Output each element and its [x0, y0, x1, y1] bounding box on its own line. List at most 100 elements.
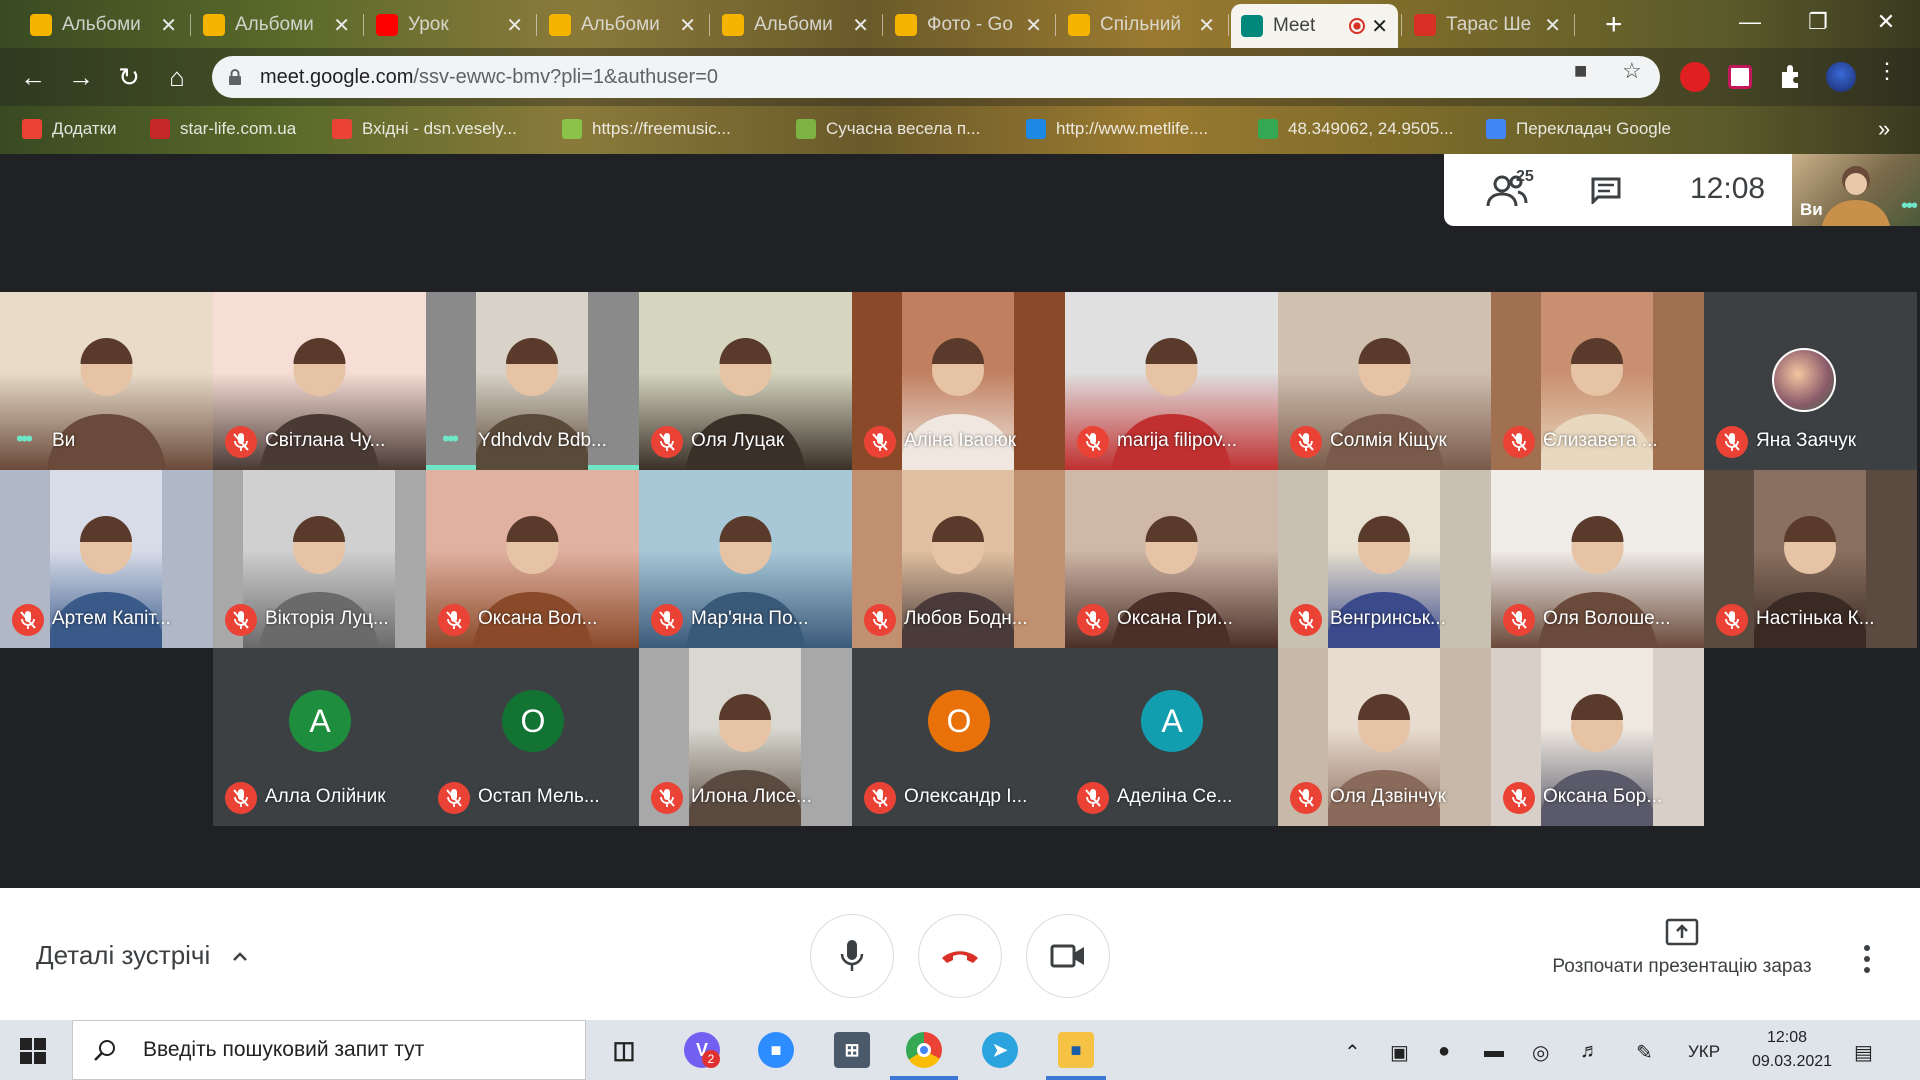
tab-close-icon[interactable]: ✕ [679, 13, 696, 38]
tab-close-icon[interactable]: ✕ [1025, 13, 1042, 38]
extensions-icon[interactable] [1776, 62, 1806, 92]
close-window-button[interactable]: ✕ [1852, 0, 1920, 44]
bookmark-item[interactable]: Вхідні - dsn.vesely... [332, 116, 517, 142]
bookmark-item[interactable]: star-life.com.ua [150, 116, 296, 142]
wifi-icon[interactable]: ◎ [1532, 1040, 1549, 1065]
zoom-icon[interactable]: ■ [758, 1032, 794, 1068]
tab-close-icon[interactable]: ✕ [1371, 14, 1388, 39]
meet-now-icon[interactable]: ▣ [1390, 1040, 1409, 1065]
browser-tab[interactable]: Фото - Go ✕ [885, 6, 1052, 44]
participant-tile[interactable]: marija filipov... [1065, 292, 1278, 470]
participant-tile[interactable]: Аліна Івасюк [852, 292, 1065, 470]
bookmark-item[interactable]: Перекладач Google [1486, 116, 1671, 142]
star-icon[interactable]: ☆ [1622, 58, 1642, 84]
tab-close-icon[interactable]: ✕ [333, 13, 350, 38]
meeting-details-button[interactable]: Деталі зустрічі [36, 940, 248, 971]
participant-tile[interactable]: Оля Луцак [639, 292, 852, 470]
volume-icon[interactable]: ♬ [1580, 1040, 1600, 1063]
taskbar-clock[interactable]: 12:08 09.03.2021 [1752, 1026, 1832, 1074]
minimize-button[interactable]: — [1716, 0, 1784, 44]
camera-blocked-icon[interactable]: ■ [1574, 58, 1587, 84]
more-options-icon[interactable] [1862, 944, 1872, 974]
participant-tile[interactable]: Світлана Чу... [213, 292, 426, 470]
participant-tile[interactable]: Оксана Гри... [1065, 470, 1278, 648]
task-view-icon[interactable]: ◫ [606, 1032, 642, 1068]
browser-tab[interactable]: Альбоми ✕ [712, 6, 879, 44]
show-hidden-icons-icon[interactable]: ⌃ [1344, 1040, 1361, 1065]
tab-close-icon[interactable]: ✕ [1544, 13, 1561, 38]
participant-tile[interactable]: A Аделіна Се... [1065, 648, 1278, 826]
new-tab-button[interactable]: + [1605, 8, 1623, 42]
participant-tile[interactable]: Илона Лисе... [639, 648, 852, 826]
camera-button[interactable] [1026, 914, 1110, 998]
tab-close-icon[interactable]: ✕ [160, 13, 177, 38]
participant-tile[interactable]: Настінька К... [1704, 470, 1917, 648]
participant-tile[interactable]: Єлизавета ... [1491, 292, 1704, 470]
chat-icon[interactable] [1590, 176, 1622, 204]
participant-tile[interactable]: Артем Капіт... [0, 470, 213, 648]
chrome-taskbar-icon[interactable] [906, 1032, 942, 1068]
taskbar-search-box[interactable]: Введіть пошуковий запит тут [72, 1020, 586, 1080]
notifications-icon[interactable]: ▤ [1854, 1040, 1873, 1065]
browser-tab[interactable]: Альбоми ✕ [193, 6, 360, 44]
self-view-label: Ви [1800, 200, 1823, 219]
browser-tab[interactable]: Урок ✕ [366, 6, 533, 44]
browser-tab[interactable]: Спільний ✕ [1058, 6, 1225, 44]
forward-icon[interactable]: → [64, 60, 98, 94]
browser-tab[interactable]: Альбоми ✕ [20, 6, 187, 44]
browser-tab[interactable]: Тарас Ше ✕ [1404, 6, 1571, 44]
participant-tile[interactable]: Мар'яна По... [639, 470, 852, 648]
tab-strip: Альбоми ✕ Альбоми ✕ Урок ✕ Альбоми ✕ Альбоми ✕ Фот… [0, 0, 1920, 48]
address-bar[interactable]: meet.google.com/ssv-ewwc-bmv?pli=1&authu… [212, 56, 1660, 98]
participant-tile[interactable]: O Олександр І... [852, 648, 1065, 826]
profile-avatar[interactable] [1826, 62, 1856, 92]
tab-close-icon[interactable]: ✕ [506, 13, 523, 38]
participant-tile[interactable]: Солмія Кіщук [1278, 292, 1491, 470]
participant-tile[interactable]: ••• Ви [0, 292, 213, 470]
participant-avatar [1772, 348, 1836, 412]
restore-button[interactable]: ❐ [1784, 0, 1852, 44]
tab-close-icon[interactable]: ✕ [852, 13, 869, 38]
mic-muted-icon [225, 426, 257, 458]
participant-tile[interactable]: Венгринськ... [1278, 470, 1491, 648]
participant-tile[interactable]: Любов Бодн... [852, 470, 1065, 648]
calculator-icon[interactable]: ⊞ [834, 1032, 870, 1068]
participant-tile[interactable]: Оксана Бор... [1491, 648, 1704, 826]
participant-tile[interactable]: Оля Дзвінчук [1278, 648, 1491, 826]
battery-icon[interactable]: ▬ [1484, 1040, 1504, 1063]
bookmark-item[interactable]: https://freemusic... [562, 116, 731, 142]
participant-tile[interactable]: A Алла Олійник [213, 648, 426, 826]
pocket-extension-icon[interactable] [1728, 65, 1752, 89]
bookmark-item[interactable]: 48.349062, 24.9505... [1258, 116, 1453, 142]
participant-tile[interactable]: Оля Волоше... [1491, 470, 1704, 648]
participant-tile[interactable]: Яна Заячук [1704, 292, 1917, 470]
browser-tab[interactable]: Meet ✕ [1231, 4, 1398, 48]
microphone-button[interactable] [810, 914, 894, 998]
mic-tray-icon[interactable]: ● [1438, 1040, 1450, 1063]
bookmark-item[interactable]: Сучасна весела п... [796, 116, 980, 142]
chrome-menu-icon[interactable]: ⋮ [1876, 58, 1898, 84]
browser-tab[interactable]: Альбоми ✕ [539, 6, 706, 44]
reload-icon[interactable]: ↻ [112, 60, 146, 94]
bookmark-item[interactable]: Додатки [22, 116, 117, 142]
tab-separator [1401, 14, 1402, 36]
participant-tile[interactable]: ••• Ydhdvdv Bdb... [426, 292, 639, 470]
pen-icon[interactable]: ✎ [1636, 1040, 1653, 1065]
back-icon[interactable]: ← [16, 60, 50, 94]
opera-extension-icon[interactable] [1680, 62, 1710, 92]
bookmarks-overflow-button[interactable]: » [1878, 116, 1890, 142]
self-view-thumbnail[interactable]: Ви ••• [1792, 154, 1920, 226]
participant-tile[interactable]: Оксана Вол... [426, 470, 639, 648]
home-icon[interactable]: ⌂ [160, 60, 194, 94]
file-explorer-icon[interactable]: ■ [1058, 1032, 1094, 1068]
participant-name: Оля Волоше... [1543, 608, 1671, 629]
windows-start-icon[interactable] [20, 1038, 46, 1064]
tab-close-icon[interactable]: ✕ [1198, 13, 1215, 38]
telegram-icon[interactable]: ➤ [982, 1032, 1018, 1068]
participant-tile[interactable]: Вікторія Луц... [213, 470, 426, 648]
end-call-button[interactable] [918, 914, 1002, 998]
present-now-button[interactable]: Розпочати презентацію зараз [1540, 918, 1824, 978]
bookmark-item[interactable]: http://www.metlife.... [1026, 116, 1208, 142]
language-indicator[interactable]: УКР [1688, 1042, 1720, 1062]
participant-tile[interactable]: O Остап Мель... [426, 648, 639, 826]
